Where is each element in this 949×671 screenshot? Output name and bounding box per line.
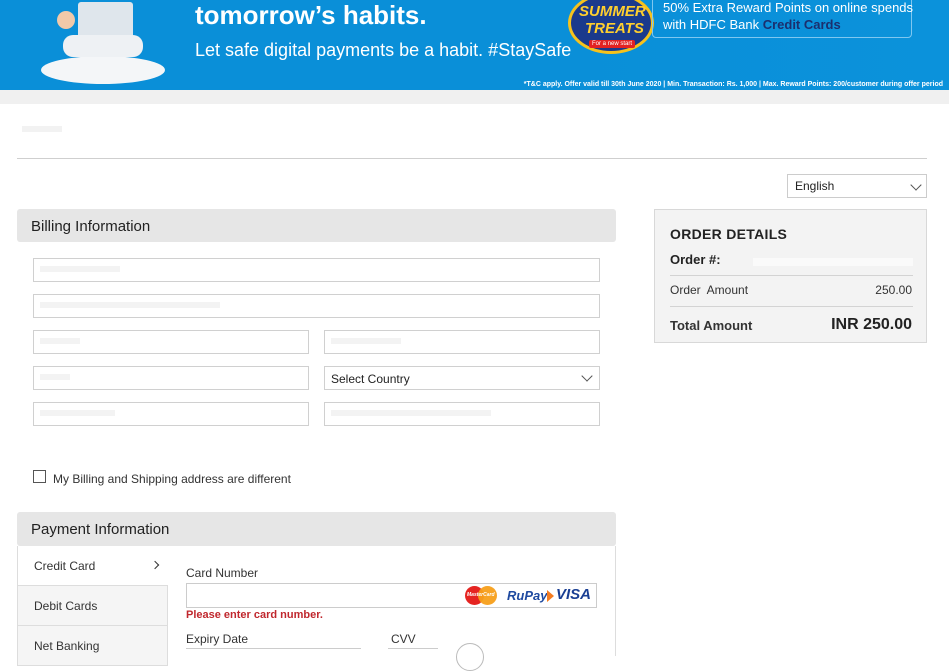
field-redacted-value (40, 374, 70, 380)
different-address-checkbox[interactable] (33, 470, 46, 483)
different-address-label[interactable]: My Billing and Shipping address are diff… (53, 472, 291, 486)
tab-debit-cards[interactable]: Debit Cards (17, 586, 168, 626)
banner-divider-strip (0, 90, 949, 104)
field-redacted-value (40, 266, 120, 272)
order-divider (670, 306, 913, 307)
cvv-label: CVV (391, 632, 416, 646)
payment-section-header: Payment Information (17, 512, 616, 546)
offer-line2-highlight: Credit Cards (762, 17, 841, 32)
order-details-panel: ORDER DETAILS Order #: Order Amount 250.… (654, 209, 927, 343)
order-details-title: ORDER DETAILS (670, 226, 788, 242)
badge-line3: For a new start (589, 40, 636, 48)
total-amount-label: Total Amount (670, 318, 753, 333)
billing-zip-field[interactable] (33, 366, 309, 390)
terms-text: *T&C apply. Offer valid till 30th June 2… (523, 81, 943, 88)
field-redacted-value (331, 410, 491, 416)
cvv-input[interactable] (388, 648, 438, 656)
language-selected: English (795, 179, 835, 193)
tab-label: Debit Cards (34, 599, 98, 613)
billing-name-field[interactable] (33, 258, 600, 282)
tab-label: Credit Card (34, 559, 96, 573)
offer-box: 50% Extra Reward Points on online spends… (652, 0, 914, 38)
billing-email-field[interactable] (324, 402, 600, 426)
tab-label: Net Banking (34, 639, 100, 653)
billing-section-header: Billing Information (17, 209, 616, 242)
country-select-value: Select Country (331, 372, 410, 386)
banner-subline: Let safe digital payments be a habit. #S… (195, 40, 572, 60)
order-divider (670, 275, 913, 276)
badge-line1: SUMMER (579, 3, 646, 20)
chevron-down-icon (581, 370, 593, 382)
order-amount-label: Order Amount (670, 283, 749, 297)
total-amount-value: INR 250.00 (831, 316, 912, 333)
offer-line2-prefix: with HDFC Bank (663, 17, 763, 32)
card-number-label: Card Number (186, 566, 259, 580)
promo-banner[interactable]: tomorrow’s habits. Let safe digital paym… (0, 0, 949, 90)
billing-state-field[interactable] (324, 330, 600, 354)
person-with-laptop-illustration (41, 2, 165, 84)
expiry-date-selects[interactable] (186, 648, 361, 656)
expiry-date-label: Expiry Date (186, 632, 249, 646)
billing-phone-field[interactable] (33, 402, 309, 426)
header-divider (17, 158, 927, 159)
merchant-logo (22, 126, 62, 132)
tab-net-banking[interactable]: Net Banking (17, 626, 168, 666)
chevron-down-icon (910, 179, 922, 191)
tab-credit-card[interactable]: Credit Card (17, 546, 168, 586)
field-redacted-value (331, 338, 401, 344)
banner-headline: tomorrow’s habits. (195, 0, 427, 30)
card-number-error: Please enter card number. (186, 609, 323, 621)
offer-line2: with HDFC Bank Credit Cards (663, 17, 841, 32)
rupay-arrow-icon (547, 590, 554, 602)
order-number-label: Order #: (670, 252, 721, 267)
visa-logo-icon: VISA (556, 586, 592, 603)
field-redacted-value (40, 410, 115, 416)
chevron-right-icon (150, 560, 160, 570)
order-amount-value: 250.00 (875, 283, 912, 297)
country-select[interactable]: Select Country (324, 366, 600, 390)
field-redacted-value (40, 338, 80, 344)
mastercard-text: MasterCard (467, 592, 495, 598)
billing-address-field[interactable] (33, 294, 600, 318)
order-number-value (753, 258, 913, 266)
billing-city-field[interactable] (33, 330, 309, 354)
offer-line1: 50% Extra Reward Points on online spends (663, 0, 914, 15)
rupay-logo-icon: RuPay (507, 588, 548, 603)
mastercard-logo-icon: MasterCard (465, 586, 497, 605)
cvv-help-icon[interactable] (456, 643, 484, 671)
field-redacted-value (40, 302, 220, 308)
badge-line2: TREATS (585, 20, 644, 37)
language-select[interactable]: English (787, 174, 927, 198)
summer-treats-badge: SUMMER TREATS For a new start (568, 0, 654, 54)
